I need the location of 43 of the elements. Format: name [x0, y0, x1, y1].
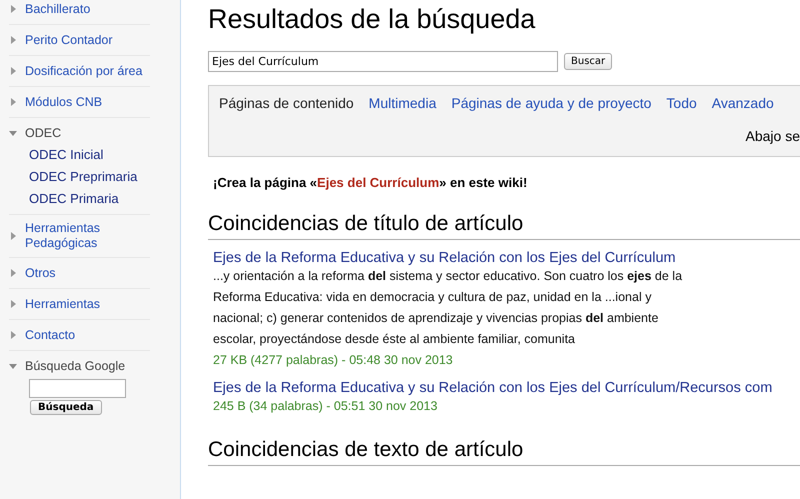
expand-arrow-icon[interactable] [9, 98, 17, 106]
sidebar-item[interactable]: Dosificación por área [25, 64, 142, 78]
section-heading: Coincidencias de título de artículo [208, 212, 800, 240]
sidebar-subitem[interactable]: ODEC Inicial [29, 145, 150, 164]
expand-arrow-icon[interactable] [9, 5, 17, 13]
search-tab[interactable]: Todo [666, 95, 697, 111]
expand-arrow-icon[interactable] [9, 67, 17, 75]
result-link[interactable]: Ejes de la Reforma Educativa y su Relación con los Ejes del Currículum [213, 250, 800, 266]
result-link[interactable]: Ejes de la Reforma Educativa y su Relación con los Ejes del Currículum/Recursos com [213, 380, 800, 396]
search-button[interactable]: Búsqueda [30, 400, 102, 415]
panel-note: Abajo se [744, 128, 800, 144]
result-meta: 27 KB (4277 palabras) - 05:48 30 nov 2013 [213, 352, 454, 369]
sidebar-item[interactable]: Bachillerato [25, 2, 90, 16]
sidebar-subitem[interactable]: ODEC Preprimaria [29, 167, 150, 186]
sidebar-item[interactable]: Contacto [25, 328, 76, 342]
sidebar-item[interactable]: Herramientas Pedagógicas [25, 221, 150, 251]
collapse-arrow-icon[interactable] [9, 362, 17, 370]
search-button[interactable]: Buscar [564, 53, 612, 70]
collapse-arrow-icon[interactable] [9, 129, 17, 137]
page-title: Resultados de la búsqueda [208, 3, 536, 36]
search-tab[interactable]: Páginas de ayuda y de proyecto [451, 95, 652, 111]
create-page-link[interactable]: Ejes del Currículum [317, 175, 440, 190]
result-snippet: ...y orientación a la reforma del sistema y sector educativo. Son cuatro los ejes de la Reforma Educativa: vida en democracia y cultura de paz, unidad en la ...ional y nacional; c) generar contenidos de aprendizaje y vivencias propias del ambiente escolar, proyectándose desde éste al ambiente familiar, comunita [213, 268, 684, 348]
search-field[interactable]: Ejes del Currículum [208, 51, 558, 72]
search-tab[interactable]: Multimedia [368, 95, 436, 111]
expand-arrow-icon[interactable] [9, 331, 17, 339]
sidebar-item[interactable]: Otros [25, 266, 56, 280]
sidebar-item[interactable]: ODEC [25, 126, 62, 140]
expand-arrow-icon[interactable] [9, 232, 17, 240]
sidebar-item[interactable]: Búsqueda Google [25, 358, 126, 374]
search-tab[interactable]: Avanzado [712, 95, 774, 111]
section-heading: Coincidencias de texto de artículo [208, 438, 800, 466]
sidebar-item[interactable]: Herramientas [25, 296, 100, 312]
sidebar-item[interactable]: Perito Contador [25, 32, 113, 48]
search-tab[interactable]: Páginas de contenido [219, 95, 354, 111]
create-page-notice: ¡Crea la página «Ejes del Currículum» en este wiki! [213, 175, 528, 190]
sidebar-item[interactable]: Módulos CNB [25, 94, 102, 110]
expand-arrow-icon[interactable] [9, 300, 17, 308]
result-meta: 245 B (34 palabras) - 05:51 30 nov 2013 [213, 398, 438, 415]
sidebar-subitem[interactable]: ODEC Primaria [29, 189, 150, 208]
search-field[interactable] [29, 379, 126, 398]
expand-arrow-icon[interactable] [9, 36, 17, 44]
expand-arrow-icon[interactable] [9, 269, 17, 277]
